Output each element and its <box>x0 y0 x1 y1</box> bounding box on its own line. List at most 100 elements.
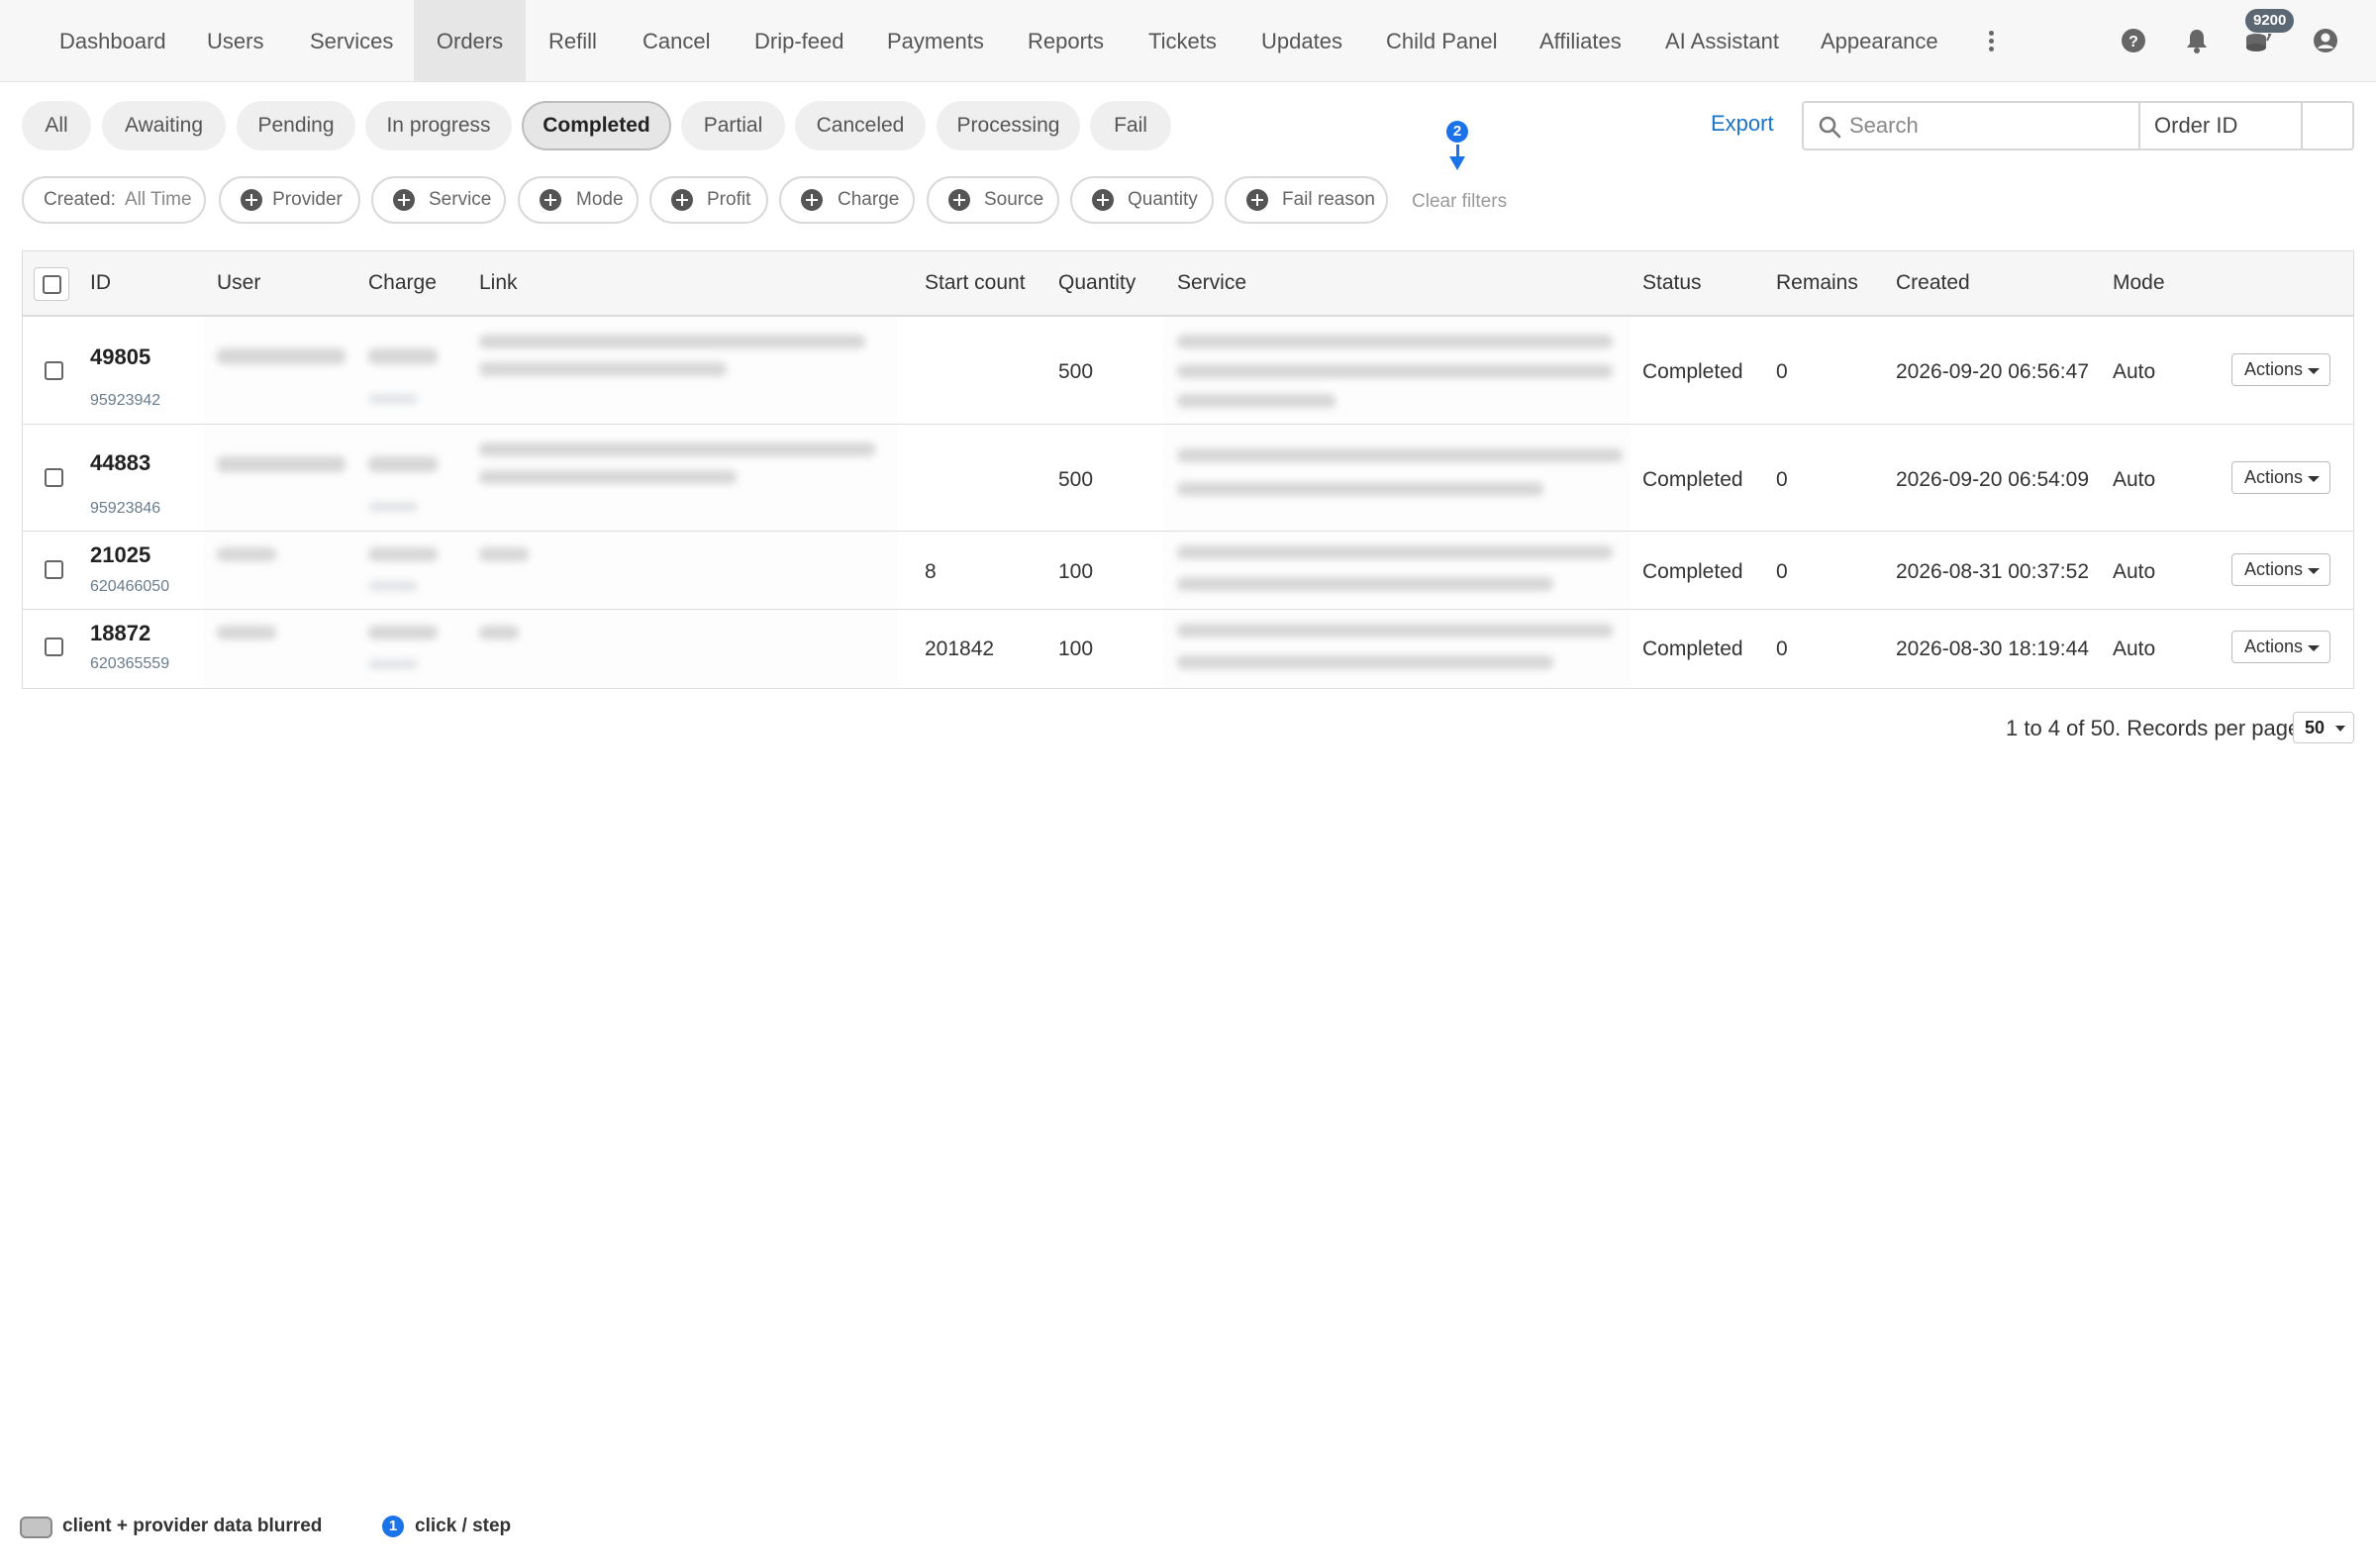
nav-item-orders[interactable]: Orders <box>414 0 526 82</box>
filter-created[interactable]: Created: All Time <box>22 176 206 224</box>
mode: Auto <box>2113 637 2156 660</box>
column-header-quantity[interactable]: Quantity <box>1058 271 1136 295</box>
account-icon[interactable] <box>2311 26 2340 55</box>
nav-item-dashboard[interactable]: Dashboard <box>40 0 186 82</box>
mode: Auto <box>2113 560 2156 583</box>
table-row: 49805 95923942 500 Completed 0 2026-09-2… <box>23 317 2353 425</box>
table-row: 18872 620365559 201842 100 Completed 0 2… <box>23 610 2353 688</box>
search-type-select[interactable]: Order ID <box>2154 103 2237 148</box>
help-icon[interactable]: ? <box>2119 26 2148 55</box>
search-box: Order ID <box>1802 101 2354 150</box>
plus-circle-icon <box>1246 189 1268 211</box>
export-link[interactable]: Export <box>1711 111 1774 137</box>
filter-service[interactable]: Service <box>371 176 506 224</box>
search-submit-button[interactable] <box>2303 103 2352 148</box>
column-header-created[interactable]: Created <box>1896 271 1970 295</box>
select-all-checkbox[interactable] <box>43 275 61 294</box>
filter-quantity[interactable]: Quantity <box>1070 176 1214 224</box>
created-date: 2026-09-20 06:54:09 <box>1896 468 2089 491</box>
bell-icon[interactable] <box>2182 26 2212 55</box>
plus-circle-icon <box>671 189 693 211</box>
table-header: ID User Charge Link Start count Quantity… <box>23 251 2353 317</box>
nav-item-appearance[interactable]: Appearance <box>1801 0 1958 82</box>
tab-in-progress[interactable]: In progress <box>365 101 512 150</box>
column-header-service[interactable]: Service <box>1177 271 1246 295</box>
step-legend-label: click / step <box>415 1516 512 1536</box>
column-header-status[interactable]: Status <box>1642 271 1702 295</box>
created-date: 2026-09-20 06:56:47 <box>1896 360 2089 383</box>
actions-dropdown-button[interactable]: Actions <box>2231 461 2330 494</box>
caret-down-icon <box>2308 368 2320 374</box>
row-checkbox[interactable] <box>45 637 63 656</box>
tab-all[interactable]: All <box>22 101 91 150</box>
actions-dropdown-button[interactable]: Actions <box>2231 631 2330 663</box>
blurred-link <box>479 442 875 456</box>
blurred-link <box>479 547 529 561</box>
tab-fail[interactable]: Fail <box>1090 101 1171 150</box>
tab-pending[interactable]: Pending <box>237 101 355 150</box>
row-checkbox[interactable] <box>45 468 63 487</box>
caret-down-icon <box>2308 476 2320 482</box>
clear-filters-link[interactable]: Clear filters <box>1412 191 1507 213</box>
filter-fail-reason[interactable]: Fail reason <box>1225 176 1388 224</box>
column-header-charge[interactable]: Charge <box>368 271 437 295</box>
nav-item-affiliates[interactable]: Affiliates <box>1520 0 1641 82</box>
mode: Auto <box>2113 360 2156 383</box>
order-id[interactable]: 21025 <box>90 542 150 568</box>
actions-dropdown-button[interactable]: Actions <box>2231 553 2330 586</box>
nav-item-ai-assistant[interactable]: AI Assistant <box>1645 0 1799 82</box>
nav-item-tickets[interactable]: Tickets <box>1129 0 1237 82</box>
tab-completed[interactable]: Completed <box>522 101 671 150</box>
column-header-user[interactable]: User <box>217 271 260 295</box>
plus-circle-icon <box>540 189 561 211</box>
filter-profit[interactable]: Profit <box>649 176 768 224</box>
blurred-charge <box>368 348 438 364</box>
filter-label: Service <box>429 189 492 210</box>
nav-item-cancel[interactable]: Cancel <box>623 0 730 82</box>
filter-provider[interactable]: Provider <box>219 176 360 224</box>
order-id[interactable]: 18872 <box>90 621 150 646</box>
tab-partial[interactable]: Partial <box>681 101 785 150</box>
filter-mode[interactable]: Mode <box>518 176 639 224</box>
row-checkbox[interactable] <box>45 361 63 380</box>
select-all-checkbox-wrap <box>34 267 69 301</box>
records-per-page-select[interactable]: 50 <box>2293 712 2354 743</box>
blurred-service <box>1177 545 1613 559</box>
nav-item-drip-feed[interactable]: Drip-feed <box>735 0 863 82</box>
nav-item-payments[interactable]: Payments <box>867 0 1004 82</box>
nav-item-refill[interactable]: Refill <box>529 0 617 82</box>
remains: 0 <box>1776 637 1788 660</box>
vertical-dots-icon[interactable] <box>1980 28 2004 55</box>
blur-legend-swatch <box>20 1517 52 1538</box>
search-input[interactable] <box>1849 103 2132 148</box>
balance-badge: 9200 <box>2245 9 2295 33</box>
step-legend-badge: 1 <box>382 1516 404 1537</box>
nav-item-services[interactable]: Services <box>290 0 413 82</box>
nav-item-reports[interactable]: Reports <box>1008 0 1124 82</box>
tab-canceled[interactable]: Canceled <box>795 101 926 150</box>
nav-item-users[interactable]: Users <box>187 0 283 82</box>
tab-awaiting[interactable]: Awaiting <box>102 101 226 150</box>
start-count: 201842 <box>925 637 995 660</box>
filter-label: Mode <box>576 189 624 210</box>
order-id[interactable]: 44883 <box>90 450 150 476</box>
step-marker-badge: 2 <box>1446 121 1468 143</box>
column-header-link[interactable]: Link <box>479 271 518 295</box>
nav-item-updates[interactable]: Updates <box>1241 0 1362 82</box>
blurred-service <box>1177 364 1613 378</box>
filter-label: Quantity <box>1128 189 1198 210</box>
column-header-mode[interactable]: Mode <box>2113 271 2165 295</box>
column-header-remains[interactable]: Remains <box>1776 271 1858 295</box>
column-header-id[interactable]: ID <box>90 271 111 295</box>
filter-charge[interactable]: Charge <box>779 176 915 224</box>
nav-item-child-panel[interactable]: Child Panel <box>1366 0 1518 82</box>
blurred-charge <box>368 456 438 472</box>
tab-processing[interactable]: Processing <box>937 101 1080 150</box>
order-id[interactable]: 49805 <box>90 344 150 370</box>
row-checkbox[interactable] <box>45 560 63 579</box>
actions-dropdown-button[interactable]: Actions <box>2231 353 2330 386</box>
filter-source[interactable]: Source <box>927 176 1059 224</box>
column-header-start-count[interactable]: Start count <box>925 271 1026 295</box>
remains: 0 <box>1776 360 1788 383</box>
status-badge: Completed <box>1642 637 1743 660</box>
